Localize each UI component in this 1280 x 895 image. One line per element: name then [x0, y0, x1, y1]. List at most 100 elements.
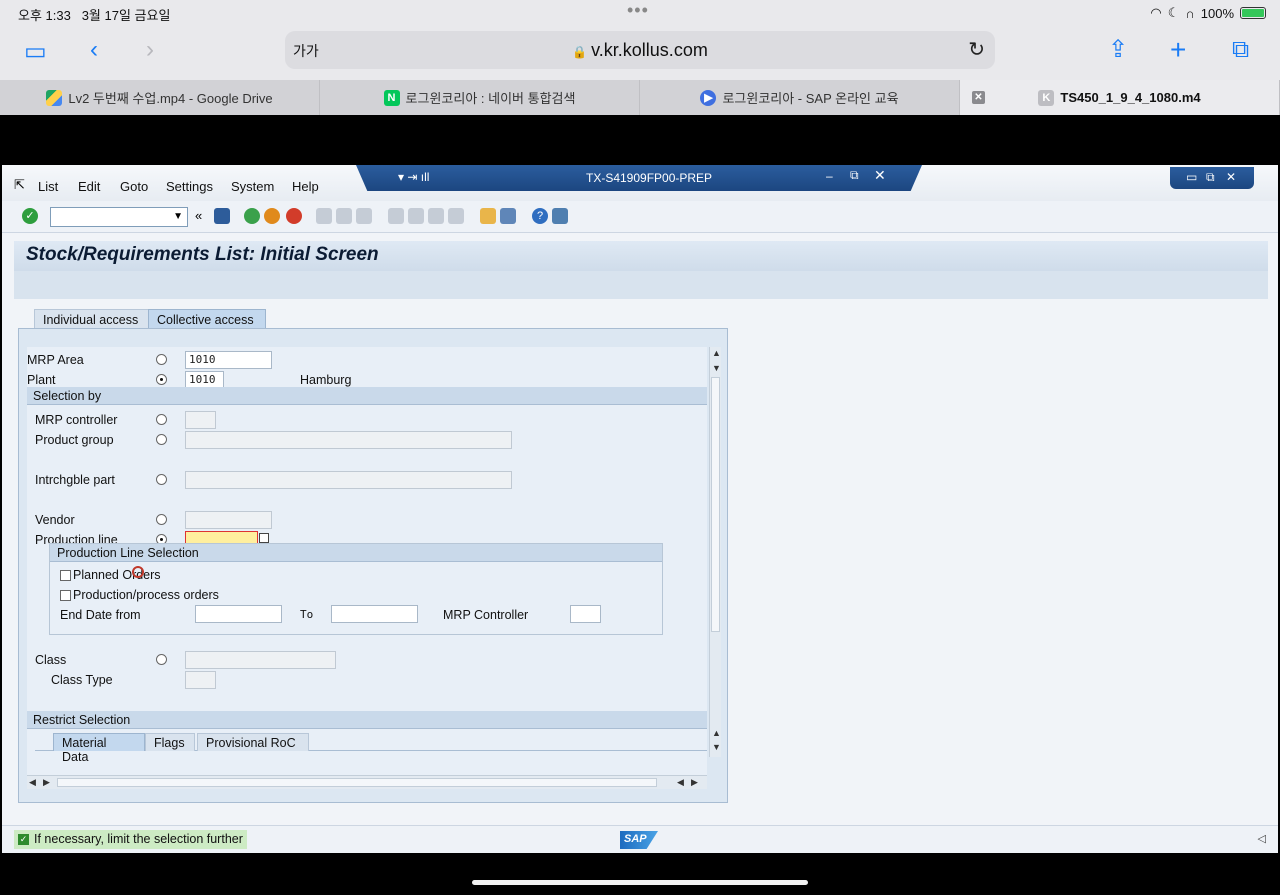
back-icon[interactable]: [244, 208, 260, 224]
browser-tab-video[interactable]: ✕ K TS450_1_9_4_1080.m4: [960, 80, 1280, 115]
vertical-scrollbar[interactable]: ▲ ▼: [709, 347, 721, 751]
vendor-input[interactable]: [185, 511, 272, 529]
new-tab-icon[interactable]: +: [1170, 36, 1186, 64]
product-group-radio[interactable]: [156, 434, 167, 445]
intrchgble-part-input[interactable]: [185, 471, 512, 489]
class-radio[interactable]: [156, 654, 167, 665]
menu-system[interactable]: System: [231, 179, 274, 194]
browser-tab-drive[interactable]: Lv2 두번째 수업.mp4 - Google Drive: [0, 80, 320, 115]
chevron-down-icon[interactable]: ▼: [173, 211, 183, 222]
scroll-down-icon[interactable]: ▼: [712, 363, 721, 373]
address-bar[interactable]: 가가 🔒 v.kr.kollus.com ↻: [285, 31, 995, 69]
close-tab-icon[interactable]: ✕: [972, 91, 985, 104]
sap-window: ⇱ List Edit Goto Settings System Help ▾ …: [2, 165, 1278, 853]
scroll-up-icon[interactable]: ▲: [712, 348, 721, 358]
tab-individual-access[interactable]: Individual access: [34, 309, 162, 329]
end-date-from-input[interactable]: [195, 605, 282, 623]
scroll-right-icon[interactable]: ▶: [43, 777, 50, 788]
planned-orders-label: Planned Orders: [73, 568, 161, 582]
inner-scroll-down-icon[interactable]: ▼: [712, 742, 721, 752]
class-input[interactable]: [185, 651, 336, 669]
tab-collective-access[interactable]: Collective access: [148, 309, 266, 329]
intrchgble-part-radio[interactable]: [156, 474, 167, 485]
menu-help[interactable]: Help: [292, 179, 319, 194]
vendor-radio[interactable]: [156, 514, 167, 525]
planned-orders-checkbox[interactable]: [60, 570, 71, 581]
production-line-selection-group: Production Line Selection Planned Orders…: [49, 543, 663, 635]
tabs-overview-icon[interactable]: ⧉: [1232, 38, 1249, 62]
menu-list[interactable]: List: [38, 179, 58, 194]
first-page-icon[interactable]: [388, 208, 404, 224]
intrchgble-part-label: Intrchgble part: [35, 473, 115, 487]
menu-goto[interactable]: Goto: [120, 179, 148, 194]
class-label: Class: [35, 653, 67, 667]
customize-icon[interactable]: ▾ ⇥ ıll: [398, 170, 429, 184]
outer-minimize-icon[interactable]: ▭: [1186, 170, 1197, 184]
mrp-area-radio[interactable]: [156, 354, 167, 365]
find-next-icon[interactable]: [356, 208, 372, 224]
cancel-icon[interactable]: [286, 208, 302, 224]
multitasking-dots-icon[interactable]: •••: [627, 0, 649, 21]
value-help-icon[interactable]: [259, 533, 269, 543]
new-session-icon[interactable]: [480, 208, 496, 224]
status-message[interactable]: ✓ If necessary, limit the selection furt…: [14, 830, 247, 849]
print-icon[interactable]: [316, 208, 332, 224]
sidebar-icon[interactable]: ▭: [24, 40, 47, 64]
exit-icon[interactable]: [264, 208, 280, 224]
mrp-controller-radio[interactable]: [156, 414, 167, 425]
scroll-left-icon[interactable]: ◀: [29, 777, 36, 788]
mrp-controller-input[interactable]: [185, 411, 216, 429]
tab-provisional-roc[interactable]: Provisional RoC: [197, 733, 309, 751]
inner-vertical-scrollbar[interactable]: ▲ ▼: [709, 727, 721, 757]
scroll-right-end-icon[interactable]: ▶: [691, 777, 698, 788]
class-type-input[interactable]: [185, 671, 216, 689]
status-expand-icon[interactable]: ◁: [1258, 832, 1266, 845]
enter-check-icon[interactable]: ✓: [22, 208, 38, 224]
outer-close-icon[interactable]: ✕: [1226, 170, 1236, 184]
shortcut-icon[interactable]: [500, 208, 516, 224]
play-icon: ▶: [700, 89, 717, 106]
back-icon[interactable]: ‹: [90, 38, 98, 62]
scroll-thumb[interactable]: [711, 377, 720, 632]
restrict-tab-strip: Material Data Flags Provisional RoC: [35, 733, 707, 764]
outer-restore-icon[interactable]: ⧉: [1206, 170, 1215, 185]
forward-icon[interactable]: ›: [146, 38, 154, 62]
tab-label: TS450_1_9_4_1080.m4: [1060, 90, 1201, 105]
mrp-controller-input-2[interactable]: [570, 605, 601, 623]
product-group-input[interactable]: [185, 431, 512, 449]
close-icon[interactable]: ✕: [874, 167, 886, 184]
tab-material-data[interactable]: Material Data: [53, 733, 145, 764]
end-date-to-input[interactable]: [331, 605, 418, 623]
menu-icon[interactable]: ⇱: [14, 177, 25, 193]
find-icon[interactable]: [336, 208, 352, 224]
restore-icon[interactable]: ⧉: [850, 168, 859, 183]
url-display[interactable]: 🔒 v.kr.kollus.com: [285, 40, 995, 61]
reload-icon[interactable]: ↻: [968, 37, 985, 62]
inner-scroll-up-icon[interactable]: ▲: [712, 728, 721, 738]
save-icon[interactable]: [214, 208, 230, 224]
previous-page-icon[interactable]: [408, 208, 424, 224]
menu-settings[interactable]: Settings: [166, 179, 213, 194]
browser-tab-sap-course[interactable]: ▶ 로그윈코리아 - SAP 온라인 교육: [640, 80, 960, 115]
screen-heading: Stock/Requirements List: Initial Screen: [14, 241, 1268, 271]
minimize-icon[interactable]: –: [826, 169, 833, 183]
menu-edit[interactable]: Edit: [78, 179, 100, 194]
outer-window-buttons: ▭ ⧉ ✕: [1170, 167, 1254, 189]
horizontal-scrollbar[interactable]: ◀ ▶ ◀ ▶: [27, 775, 707, 789]
plant-radio[interactable]: [156, 374, 167, 385]
production-line-selection-title: Production Line Selection: [57, 546, 199, 560]
layout-menu-icon[interactable]: [552, 208, 568, 224]
help-icon[interactable]: ?: [532, 208, 548, 224]
production-orders-checkbox[interactable]: [60, 590, 71, 601]
collapse-icon[interactable]: «: [195, 208, 202, 223]
share-icon[interactable]: ⇪: [1108, 38, 1128, 62]
horizontal-scroll-thumb[interactable]: [57, 778, 657, 787]
moon-icon: ☾: [1167, 5, 1180, 20]
browser-tab-naver[interactable]: N 로그윈코리아 : 네이버 통합검색: [320, 80, 640, 115]
mrp-area-input[interactable]: 1010: [185, 351, 272, 369]
last-page-icon[interactable]: [448, 208, 464, 224]
next-page-icon[interactable]: [428, 208, 444, 224]
scroll-left-end-icon[interactable]: ◀: [677, 777, 684, 788]
tab-flags[interactable]: Flags: [145, 733, 195, 751]
command-field[interactable]: ▼: [50, 207, 188, 227]
